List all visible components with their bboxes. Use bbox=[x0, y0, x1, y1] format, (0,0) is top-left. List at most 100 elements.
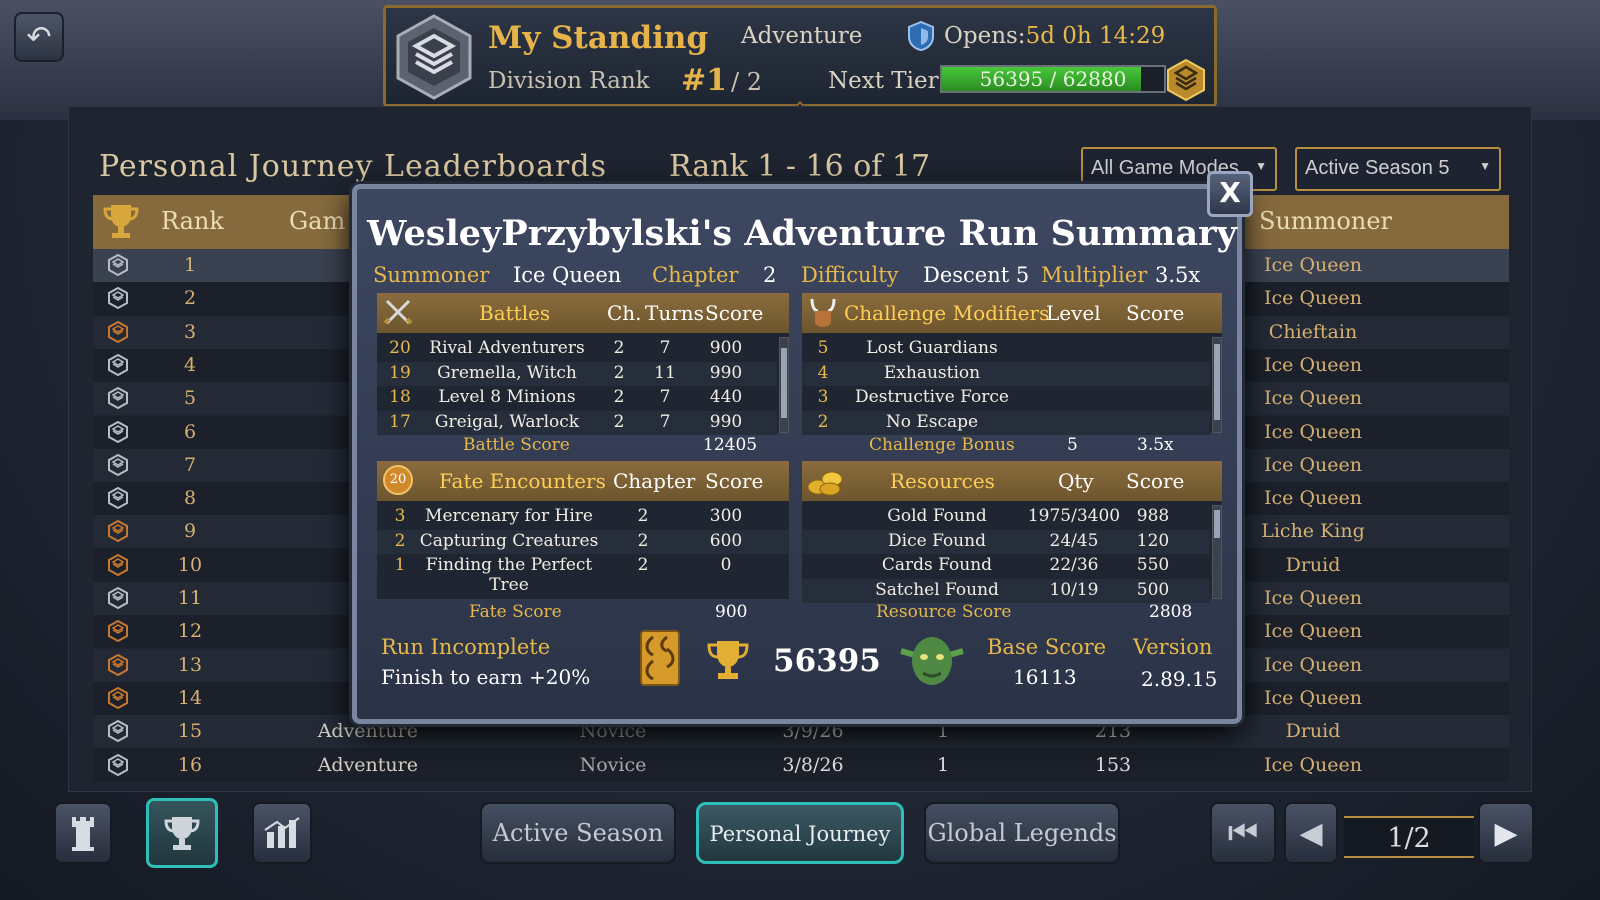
battles-header: Battles Ch. Turns Score bbox=[377, 293, 789, 333]
silver-division-emblem-icon bbox=[108, 420, 128, 443]
next-tier-label: Next Tier bbox=[828, 68, 939, 94]
first-page-button[interactable]: ⏮ bbox=[1210, 802, 1276, 864]
challenge-number: 2 bbox=[817, 411, 829, 432]
battle-name: Level 8 Minions bbox=[438, 387, 576, 407]
finish-bonus-text: Finish to earn +20% bbox=[381, 665, 591, 689]
rank-cell: 10 bbox=[177, 553, 203, 576]
bronze-division-emblem-icon bbox=[108, 520, 128, 543]
next-arrow-icon: ▶ bbox=[1494, 815, 1518, 851]
summoner-cell: Liche King bbox=[1261, 520, 1365, 543]
battle-score: 990 bbox=[709, 411, 743, 432]
resources-panel: Resources Qty Score Gold Found 1975/3400 9… bbox=[802, 461, 1222, 603]
fate-score: 300 bbox=[709, 506, 743, 526]
fate-chapter: 2 bbox=[637, 555, 649, 575]
resource-score-value: 2808 bbox=[1149, 602, 1193, 622]
challenge-row: 4 Exhaustion bbox=[802, 361, 1210, 386]
silver-division-emblem-icon bbox=[108, 287, 128, 310]
battle-chapter: 2 bbox=[613, 387, 625, 407]
rank-number: #1 bbox=[681, 63, 728, 98]
fate-col-chapter: Chapter bbox=[613, 469, 696, 493]
tab-active-season[interactable]: Active Season bbox=[480, 802, 676, 864]
battle-number: 18 bbox=[389, 387, 411, 407]
silver-division-emblem-icon bbox=[108, 254, 128, 276]
tier-progress-bar: 56395 / 62880 bbox=[940, 65, 1166, 93]
resource-score: 120 bbox=[1136, 530, 1170, 551]
next-page-button[interactable]: ▶ bbox=[1478, 802, 1534, 864]
resource-score-label: Resource Score bbox=[876, 602, 1012, 622]
battle-turns: 11 bbox=[654, 362, 676, 383]
run-summary-title: WesleyPrzybylski's Adventure Run Summary bbox=[367, 213, 1237, 254]
goblin-portrait-icon bbox=[900, 637, 964, 685]
summoner-cell: Ice Queen bbox=[1264, 387, 1362, 410]
rank-cell: 16 bbox=[177, 753, 203, 776]
table-row[interactable]: 16 Adventure Novice 3/8/26 1 153 Ice Queen bbox=[93, 748, 1509, 782]
multiplier-label: Multiplier bbox=[1041, 263, 1148, 287]
battle-chapter: 2 bbox=[613, 411, 625, 432]
opens-label: Opens: bbox=[944, 23, 1026, 49]
back-arrow-icon: ↶ bbox=[26, 19, 52, 55]
castle-tower-button[interactable] bbox=[54, 802, 112, 864]
resources-col-score: Score bbox=[1126, 469, 1185, 493]
season-select[interactable]: Active Season 5 ▼ bbox=[1295, 147, 1501, 191]
battle-row: 17 Greigal, Warlock 2 7 990 bbox=[377, 410, 777, 435]
difficulty-cell: Novice bbox=[579, 753, 647, 776]
resource-qty: 24/45 bbox=[1049, 530, 1099, 551]
battle-row: 19 Gremella, Witch 2 11 990 bbox=[377, 361, 777, 386]
standing-title: My Standing bbox=[488, 20, 709, 56]
fate-name: Mercenary for Hire bbox=[425, 506, 593, 526]
battles-scrollbar[interactable] bbox=[779, 337, 789, 433]
rank-cell: 15 bbox=[177, 720, 203, 743]
standing-mode: Adventure bbox=[741, 23, 863, 49]
battle-score: 440 bbox=[709, 387, 743, 407]
summoner-cell: Ice Queen bbox=[1264, 587, 1362, 609]
difficulty-value: Descent 5 bbox=[923, 263, 1030, 287]
challenge-scrollbar[interactable] bbox=[1212, 337, 1222, 433]
close-button[interactable]: X bbox=[1207, 171, 1253, 217]
challenge-bonus-level: 5 bbox=[1067, 435, 1078, 455]
silver-division-emblem-icon bbox=[108, 720, 128, 743]
fate-encounters-panel: 20 Fate Encounters Chapter Score 3 Mercen… bbox=[377, 461, 789, 599]
header-rank: Rank bbox=[161, 207, 224, 235]
resources-scrollbar[interactable] bbox=[1212, 505, 1222, 599]
fate-chapter: 2 bbox=[637, 530, 649, 551]
leaderboard-trophy-button[interactable] bbox=[146, 798, 218, 868]
multiplier-value: 3.5x bbox=[1155, 263, 1201, 287]
summoner-cell: Ice Queen bbox=[1264, 753, 1362, 776]
prev-page-button[interactable]: ◀ bbox=[1284, 802, 1338, 864]
rank-cell: 5 bbox=[183, 387, 197, 410]
summoner-cell: Ice Queen bbox=[1264, 254, 1362, 276]
challenge-name: Destructive Force bbox=[855, 387, 1009, 407]
battles-col-turns: Turns bbox=[645, 301, 704, 325]
opens-timer: Opens:5d 0h 14:29 bbox=[906, 20, 1165, 52]
silver-division-emblem-icon bbox=[108, 353, 128, 376]
resource-qty: 1975/3400 bbox=[1027, 506, 1121, 526]
rank-cell: 4 bbox=[183, 353, 197, 376]
resource-name: Satchel Found bbox=[875, 579, 999, 600]
run-status: Run Incomplete bbox=[381, 635, 551, 659]
resource-name: Cards Found bbox=[881, 555, 993, 575]
trophy-icon bbox=[707, 641, 749, 679]
back-button[interactable]: ↶ bbox=[14, 12, 64, 62]
rank-cell: 8 bbox=[183, 487, 197, 510]
total-score: 56395 bbox=[773, 643, 881, 679]
battle-row: 18 Level 8 Minions 2 7 440 bbox=[377, 386, 777, 410]
challenge-col-score: Score bbox=[1126, 301, 1185, 325]
silver-division-emblem-icon bbox=[108, 387, 128, 410]
trophy-icon bbox=[101, 201, 141, 247]
next-tier-gold-emblem-icon bbox=[1167, 58, 1205, 102]
tier-progress-text: 56395 / 62880 bbox=[979, 67, 1127, 91]
tab-global-legends[interactable]: Global Legends bbox=[924, 802, 1120, 864]
summoner-cell: Druid bbox=[1285, 720, 1341, 743]
bronze-division-emblem-icon bbox=[108, 653, 128, 676]
rank-cell: 7 bbox=[183, 453, 197, 476]
fate-name: Finding the Perfect Tree bbox=[425, 555, 593, 595]
fate-header: 20 Fate Encounters Chapter Score bbox=[377, 461, 789, 501]
stats-button[interactable] bbox=[252, 802, 312, 864]
fate-score-value: 900 bbox=[715, 602, 748, 622]
dropdown-arrow-icon: ▼ bbox=[1255, 159, 1267, 173]
crossed-swords-icon bbox=[383, 297, 413, 332]
trophy-icon bbox=[164, 817, 200, 850]
tab-personal-journey[interactable]: Personal Journey bbox=[696, 802, 904, 864]
battle-name: Rival Adventurers bbox=[429, 338, 585, 358]
challenge-number: 5 bbox=[817, 338, 829, 358]
